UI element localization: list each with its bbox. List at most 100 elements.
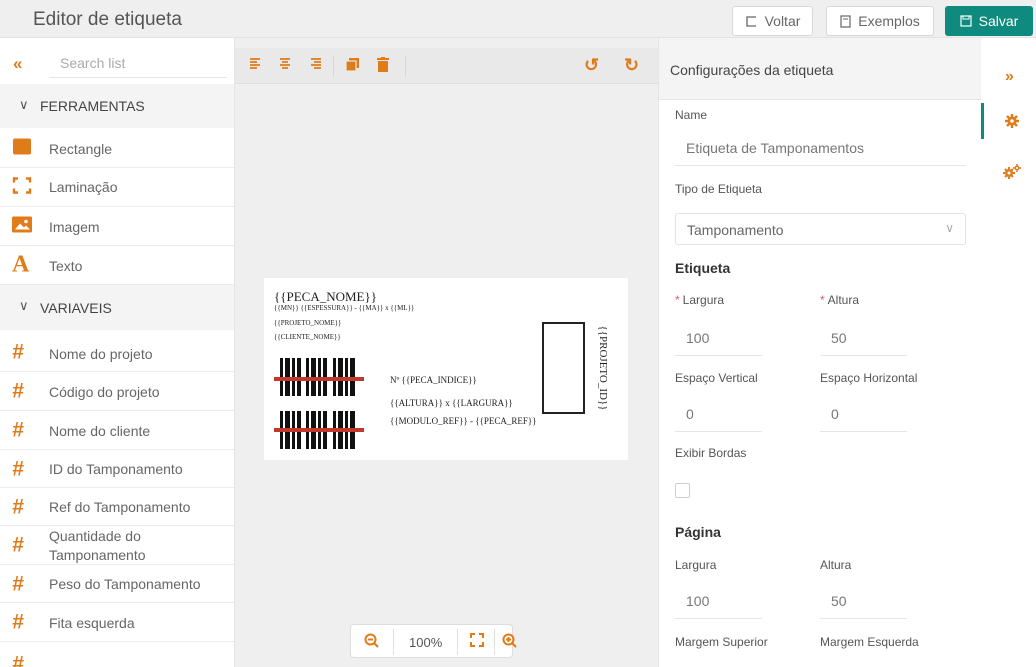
tool-label: Texto [49, 258, 83, 274]
fit-screen-icon[interactable] [470, 633, 484, 652]
tool-item-laminacao[interactable]: Laminação [0, 168, 234, 207]
toolbar-divider [333, 56, 334, 76]
undo-icon[interactable]: ↺ [584, 55, 599, 76]
gears-icon[interactable] [1003, 164, 1021, 185]
back-icon [745, 15, 758, 27]
gear-icon[interactable] [1005, 114, 1019, 133]
variable-label: ID do Tamponamento [49, 461, 183, 477]
barcode-top [274, 358, 364, 396]
duplicate-icon[interactable] [345, 57, 360, 77]
hash-icon: # [12, 457, 24, 480]
tipo-select[interactable]: Tamponamento ∨ [675, 213, 966, 245]
required-mark: * [675, 293, 680, 307]
letter-a-icon: A [12, 251, 30, 278]
variable-item[interactable]: # [0, 642, 234, 667]
tipo-label: Tipo de Etiqueta [675, 182, 762, 196]
section-variaveis[interactable]: ∨ VARIAVEIS [0, 285, 234, 330]
etiqueta-heading: Etiqueta [675, 260, 731, 276]
projeto-nome-text: {{PROJETO_NOME}} [274, 319, 342, 327]
section-label: VARIAVEIS [40, 299, 112, 316]
altura-label: Altura [827, 293, 860, 307]
variable-label: Ref do Tamponamento [49, 499, 191, 515]
projeto-id-text: {{PROJETO_ID}} [597, 325, 609, 411]
tool-item-imagem[interactable]: Imagem [0, 207, 234, 246]
square-icon [12, 138, 32, 159]
margem-superior-label: Margem Superior [675, 635, 768, 649]
variable-item[interactable]: # Quantidade do Tamponamento [0, 526, 234, 565]
pagina-altura-label: Altura [820, 558, 852, 572]
altura-field[interactable]: 50 [820, 320, 907, 356]
back-button-label: Voltar [764, 13, 801, 29]
image-icon [12, 216, 32, 236]
tool-item-texto[interactable]: A Texto [0, 246, 234, 285]
examples-button[interactable]: Exemplos [826, 6, 934, 36]
espaco-vertical-field[interactable]: 0 [675, 396, 762, 432]
section-ferramentas[interactable]: ∨ FERRAMENTAS [0, 84, 234, 128]
margem-esquerda-label: Margem Esquerda [820, 635, 919, 649]
hash-icon: # [12, 340, 24, 364]
exibir-bordas-checkbox[interactable] [675, 483, 690, 498]
name-field[interactable]: Etiqueta de Tamponamentos [675, 130, 966, 166]
align-right-icon[interactable] [308, 57, 322, 76]
chevron-down-icon: ∨ [19, 97, 29, 112]
hash-icon: # [12, 652, 24, 667]
align-center-icon[interactable] [278, 57, 292, 76]
section-label: FERRAMENTAS [40, 98, 145, 114]
variable-item[interactable]: # Nome do projeto [0, 333, 234, 372]
variable-item[interactable]: # Código do projeto [0, 372, 234, 411]
align-left-icon[interactable] [249, 57, 263, 76]
active-indicator [981, 103, 984, 139]
tool-item-rectangle[interactable]: Rectangle [0, 129, 234, 168]
save-icon [960, 15, 972, 27]
label-preview[interactable]: {{PECA_NOME}} {{MN}} {{ESPESSURA}} - {{M… [264, 278, 628, 460]
altura-label-wrap: * Altura [820, 293, 859, 307]
largura-label-wrap: * Largura [675, 293, 724, 307]
variable-label: Código do projeto [49, 384, 160, 400]
right-icon-strip: » [981, 38, 1036, 667]
pagina-largura-label: Largura [675, 558, 717, 572]
hash-icon: # [12, 533, 24, 557]
variable-item[interactable]: # ID do Tamponamento [0, 450, 234, 488]
save-button[interactable]: Salvar [945, 6, 1033, 36]
hash-icon: # [12, 379, 24, 403]
tool-label: Laminação [49, 179, 118, 195]
redo-icon[interactable]: ↻ [624, 55, 639, 76]
variable-item[interactable]: # Fita esquerda [0, 603, 234, 642]
hash-icon: # [12, 572, 24, 595]
config-title: Configurações da etiqueta [670, 62, 834, 78]
trash-icon[interactable] [377, 57, 389, 77]
variable-label: Nome do projeto [49, 346, 153, 362]
variable-item[interactable]: # Peso do Tamponamento [0, 565, 234, 603]
cliente-nome-text: {{CLIENTE_NOME}} [274, 333, 341, 341]
collapse-left-icon[interactable]: « [13, 54, 22, 74]
zoom-level: 100% [409, 635, 443, 650]
label-rectangle [542, 322, 585, 414]
pagina-largura-field[interactable]: 100 [675, 583, 762, 619]
label-canvas: ↺ ↻ {{PECA_NOME}} {{MN}} {{ESPESSURA}} -… [235, 38, 658, 667]
back-button[interactable]: Voltar [732, 6, 813, 36]
exibir-bordas-label: Exibir Bordas [675, 446, 747, 460]
variable-label: Peso do Tamponamento [49, 576, 201, 592]
expand-right-icon[interactable]: » [1005, 68, 1014, 86]
variable-item[interactable]: # Nome do cliente [0, 411, 234, 450]
zoom-out-icon[interactable] [364, 633, 380, 654]
largura-label: Largura [682, 293, 725, 307]
hash-icon: # [12, 418, 24, 442]
zoom-divider [393, 629, 394, 655]
espaco-horizontal-field[interactable]: 0 [820, 396, 907, 432]
examples-button-label: Exemplos [858, 13, 920, 29]
tool-label: Rectangle [49, 141, 113, 157]
zoom-in-icon[interactable] [502, 633, 518, 654]
dims-text: {{MN}} {{ESPESSURA}} - {{MA}} x {{ML}} [274, 304, 415, 312]
search-input[interactable] [49, 48, 227, 78]
page-title: Editor de etiqueta [33, 9, 182, 30]
barcode-bottom [274, 411, 364, 449]
pagina-altura-field[interactable]: 50 [820, 583, 907, 619]
canvas-toolbar: ↺ ↻ [235, 48, 658, 84]
peca-nome-text: {{PECA_NOME}} [274, 289, 377, 304]
toolbar-divider [405, 56, 406, 76]
document-icon [840, 14, 851, 28]
variable-item[interactable]: # Ref do Tamponamento [0, 488, 234, 526]
espaco-vertical-label: Espaço Vertical [675, 371, 758, 385]
largura-field[interactable]: 100 [675, 320, 762, 356]
